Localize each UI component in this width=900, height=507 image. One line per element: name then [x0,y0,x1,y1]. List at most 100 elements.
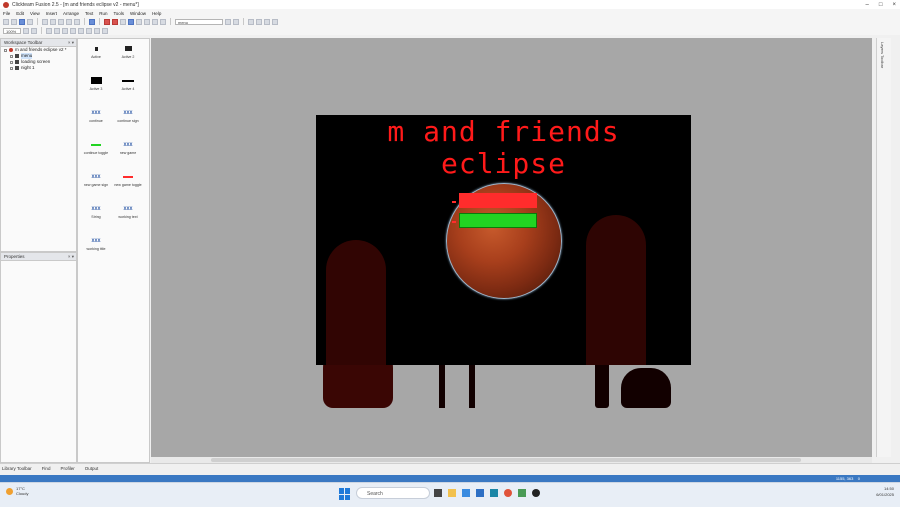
storyboard-editor-icon[interactable] [120,18,126,25]
mail-icon[interactable] [490,489,498,497]
toolbox-item-continue-sign[interactable]: XXX continue sign [112,105,144,137]
font-icon[interactable] [86,27,92,34]
search-icon[interactable] [102,27,108,34]
event-editor-icon[interactable] [136,18,142,25]
frame-editor-icon[interactable] [128,18,134,25]
run-application-icon[interactable] [104,18,110,25]
prev-frame-icon[interactable] [225,18,231,25]
paste-icon[interactable] [58,18,64,25]
lock-icon[interactable] [272,18,278,25]
size-icon[interactable] [94,27,100,34]
layers-toolbar-label[interactable]: Layers Toolbar [880,42,885,68]
tab-find[interactable]: Find [42,466,51,471]
italic-icon[interactable] [54,27,60,34]
toolbox-item-working-text[interactable]: XXX working text [112,201,144,233]
data-elements-icon[interactable] [152,18,158,25]
new-file-icon[interactable] [3,18,9,25]
continue-toggle-bar[interactable] [459,213,537,228]
leg-silhouette[interactable] [469,363,475,408]
save-icon[interactable] [19,18,25,25]
menu-run[interactable]: Run [99,11,107,16]
scrollbar-thumb[interactable] [211,458,801,462]
redo-icon[interactable] [74,18,80,25]
align-center-icon[interactable] [256,18,262,25]
close-button[interactable]: × [892,2,896,8]
align-left-icon[interactable] [248,18,254,25]
frame-editor-canvas[interactable]: m and friends eclipse [151,38,872,457]
next-frame-icon[interactable] [233,18,239,25]
zoom-select[interactable]: 100% [3,27,21,34]
menu-tools[interactable]: Tools [114,11,125,16]
panel-close-icon[interactable]: × ▾ [68,253,74,260]
menu-arrange[interactable]: Arrange [63,11,79,16]
start-button[interactable] [339,488,351,500]
minimize-button[interactable]: – [866,2,869,8]
toolbox-item-continue[interactable]: XXX continue [80,105,112,137]
toolbox-item-new-game-sign[interactable]: XXX new game sign [80,169,112,201]
toolbox-item-active[interactable]: Active [80,41,112,73]
tab-library-toolbar[interactable]: Library Toolbar [2,466,32,471]
toolbox-item-new-game-toggle[interactable]: new game toggle [112,169,144,201]
toolbox-item-active-2[interactable]: Active 2 [112,41,144,73]
expand-icon[interactable] [4,48,7,52]
menu-edit[interactable]: Edit [16,11,24,16]
app-icon[interactable] [518,489,526,497]
expand-icon[interactable] [10,54,13,58]
task-view-icon[interactable] [434,489,442,497]
undo-icon[interactable] [66,18,72,25]
toolbox-item-active-4[interactable]: Active 4 [112,73,144,105]
zoom-in-icon[interactable] [23,27,29,34]
new-game-toggle-bar[interactable] [459,193,537,208]
store-icon[interactable] [476,489,484,497]
leg-silhouette[interactable] [595,358,609,408]
file-explorer-icon[interactable] [448,489,456,497]
taskbar-clock[interactable]: 14:50 6/01/2025 [876,486,894,498]
panel-close-icon[interactable]: × ▾ [68,39,74,46]
taskbar-search-box[interactable]: Search [356,487,430,499]
weather-widget[interactable]: 17°C Cloudy [6,486,28,496]
event-list-icon[interactable] [144,18,150,25]
tree-item-frame-night1[interactable]: night 1 [1,65,76,71]
text-align-icon[interactable] [70,27,76,34]
menu-insert[interactable]: Insert [46,11,57,16]
edge-icon[interactable] [462,489,470,497]
underline-icon[interactable] [62,27,68,34]
animatronic-silhouette-left[interactable] [326,240,386,365]
layer-select[interactable]: menu [175,18,223,25]
help-icon[interactable] [89,18,95,25]
menu-view[interactable]: View [30,11,40,16]
maximize-button[interactable]: □ [879,2,883,8]
menu-help[interactable]: Help [152,11,161,16]
clickteam-fusion-icon[interactable] [532,489,540,497]
leg-silhouette[interactable] [439,363,445,408]
continue-sign-marker[interactable] [452,221,456,223]
bold-icon[interactable] [46,27,52,34]
cut-icon[interactable] [42,18,48,25]
grid-icon[interactable] [160,18,166,25]
toolbox-item-new-game[interactable]: XXX new game [112,137,144,169]
tab-output[interactable]: Output [85,466,99,471]
expand-icon[interactable] [10,60,13,64]
copy-icon[interactable] [50,18,56,25]
expand-icon[interactable] [10,66,13,70]
game-frame[interactable]: m and friends eclipse [316,115,691,365]
save-all-icon[interactable] [27,18,33,25]
menu-file[interactable]: File [3,11,10,16]
zoom-out-icon[interactable] [31,27,37,34]
open-file-icon[interactable] [11,18,17,25]
layers-toolbar-strip[interactable]: Layers Toolbar [876,38,891,457]
new-game-sign-marker[interactable] [452,201,456,203]
game-title-line-2[interactable]: eclipse [316,147,691,180]
tab-profiler[interactable]: Profiler [60,466,74,471]
run-frame-icon[interactable] [112,18,118,25]
menu-text[interactable]: Text [85,11,93,16]
chrome-icon[interactable] [504,489,512,497]
toolbox-item-continue-toggle[interactable]: continue toggle [80,137,112,169]
game-title-line-1[interactable]: m and friends [316,115,691,148]
toolbox-item-active-3[interactable]: Active 3 [80,73,112,105]
toolbox-item-string[interactable]: XXX String [80,201,112,233]
animatronic-silhouette-right[interactable] [586,215,646,365]
text-color-icon[interactable] [78,27,84,34]
character-silhouette-right[interactable] [621,368,671,408]
menu-window[interactable]: Window [130,11,146,16]
